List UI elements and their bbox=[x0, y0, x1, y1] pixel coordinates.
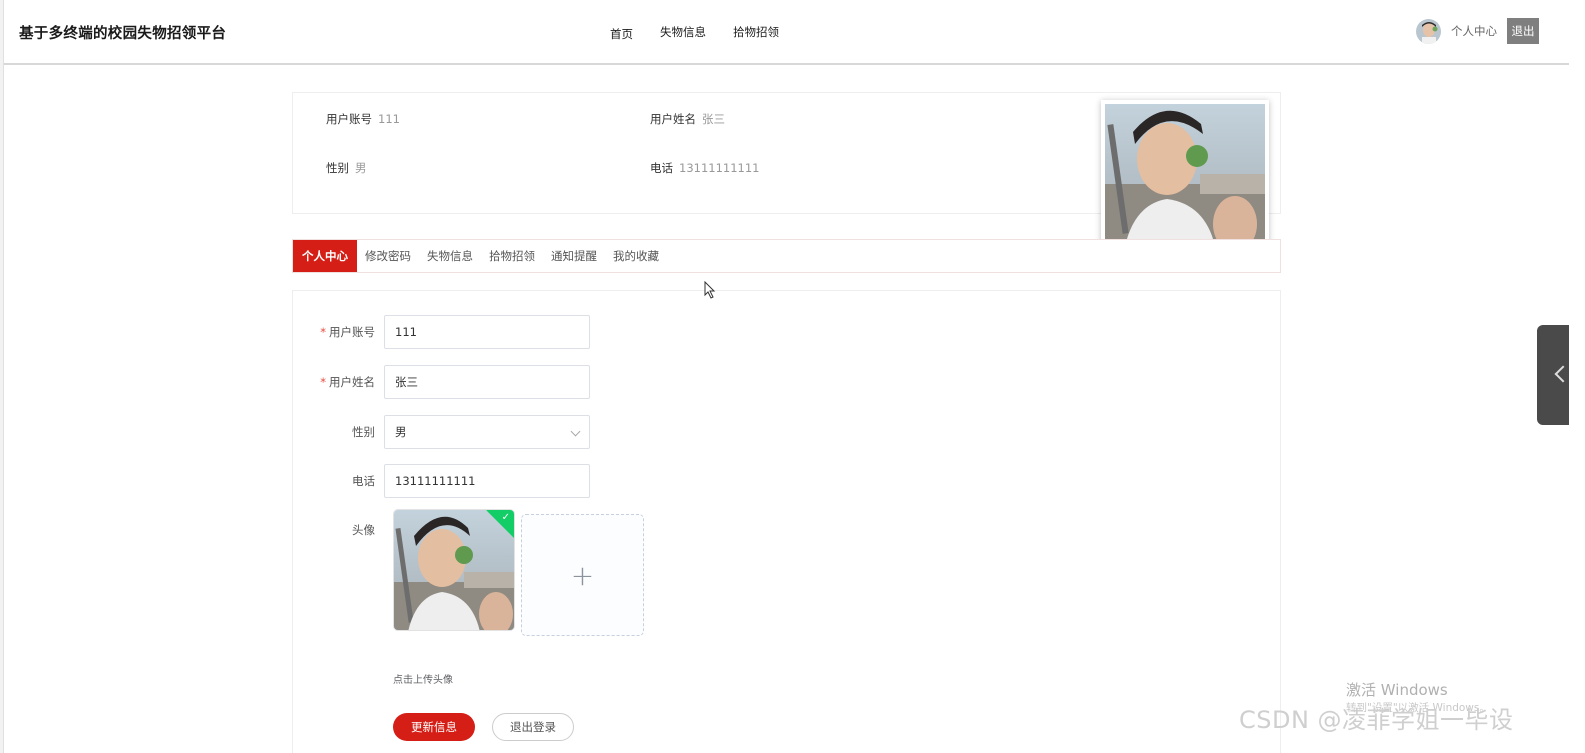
info-gender: 性别男 bbox=[326, 160, 367, 176]
logout-login-button[interactable]: 退出登录 bbox=[492, 713, 574, 741]
plus-icon: + bbox=[570, 558, 595, 592]
chevron-left-icon bbox=[1554, 365, 1572, 383]
nav-lost-items[interactable]: 失物信息 bbox=[660, 24, 706, 42]
form-row-phone: 电话 13111111111 bbox=[293, 464, 590, 498]
form-row-name: * 用户姓名 张三 bbox=[293, 365, 590, 399]
info-value: 13111111111 bbox=[679, 161, 760, 175]
tab-change-password[interactable]: 修改密码 bbox=[357, 240, 419, 272]
profile-form: * 用户账号 111 * 用户姓名 张三 性别 男 电话 13111111111 头… bbox=[292, 290, 1281, 753]
side-drawer-handle[interactable] bbox=[1537, 325, 1572, 425]
tab-notifications[interactable]: 通知提醒 bbox=[543, 240, 605, 272]
mouse-cursor-icon bbox=[704, 281, 716, 299]
form-row-account: * 用户账号 111 bbox=[293, 315, 590, 349]
upload-tip: 点击上传头像 bbox=[393, 675, 453, 686]
main-nav: 首页 失物信息 拾物招领 bbox=[610, 24, 806, 42]
info-label: 用户姓名 bbox=[650, 112, 696, 126]
info-value: 张三 bbox=[702, 112, 725, 126]
info-account: 用户账号 111 bbox=[326, 111, 400, 127]
info-label: 性别 bbox=[326, 161, 349, 175]
gender-selected-value: 男 bbox=[395, 425, 407, 439]
phone-field[interactable]: 13111111111 bbox=[384, 464, 590, 498]
windows-activation-watermark: 激活 Windows bbox=[1346, 681, 1448, 699]
info-name: 用户姓名 张三 bbox=[650, 111, 725, 127]
update-info-button[interactable]: 更新信息 bbox=[393, 713, 475, 741]
avatar-label: 头像 bbox=[352, 523, 375, 537]
csdn-watermark: CSDN @凌菲学姐一毕设 bbox=[1239, 706, 1514, 734]
site-title: 基于多终端的校园失物招领平台 bbox=[19, 26, 227, 42]
name-field[interactable]: 张三 bbox=[384, 365, 590, 399]
info-label: 电话 bbox=[650, 161, 673, 175]
name-label: * 用户姓名 bbox=[320, 375, 375, 389]
gender-select[interactable]: 男 bbox=[384, 415, 590, 449]
info-phone: 电话 13111111111 bbox=[650, 160, 759, 176]
tab-favorites[interactable]: 我的收藏 bbox=[605, 240, 667, 272]
account-field[interactable]: 111 bbox=[384, 315, 590, 349]
gender-label: 性别 bbox=[352, 425, 375, 439]
tab-lost-items[interactable]: 失物信息 bbox=[419, 240, 481, 272]
form-row-avatar: 头像 bbox=[293, 522, 384, 538]
top-navbar: 基于多终端的校园失物招领平台 首页 失物信息 拾物招领 个人中心 退出 bbox=[4, 0, 1569, 65]
uploaded-avatar-thumb[interactable]: ✓ bbox=[393, 509, 515, 631]
nav-found-items[interactable]: 拾物招领 bbox=[733, 24, 779, 42]
info-value: 111 bbox=[378, 112, 400, 126]
phone-label: 电话 bbox=[352, 474, 375, 488]
chevron-down-icon bbox=[570, 426, 581, 437]
account-label: * 用户账号 bbox=[320, 325, 375, 339]
upload-avatar-button[interactable]: + bbox=[521, 514, 644, 636]
info-value: 男 bbox=[355, 161, 367, 175]
user-area: 个人中心 退出 bbox=[1416, 18, 1539, 44]
user-center-link[interactable]: 个人中心 bbox=[1451, 23, 1497, 39]
window-left-edge bbox=[0, 0, 4, 753]
profile-tabs: 个人中心 修改密码 失物信息 拾物招领 通知提醒 我的收藏 bbox=[292, 239, 1281, 273]
info-label: 用户账号 bbox=[326, 112, 372, 126]
form-row-gender: 性别 男 bbox=[293, 415, 590, 449]
check-icon: ✓ bbox=[501, 512, 510, 523]
logout-button[interactable]: 退出 bbox=[1507, 18, 1539, 44]
profile-photo bbox=[1101, 100, 1269, 252]
tab-found-items[interactable]: 拾物招领 bbox=[481, 240, 543, 272]
avatar[interactable] bbox=[1416, 18, 1441, 44]
nav-home[interactable]: 首页 bbox=[610, 26, 633, 42]
tab-profile[interactable]: 个人中心 bbox=[293, 240, 357, 272]
